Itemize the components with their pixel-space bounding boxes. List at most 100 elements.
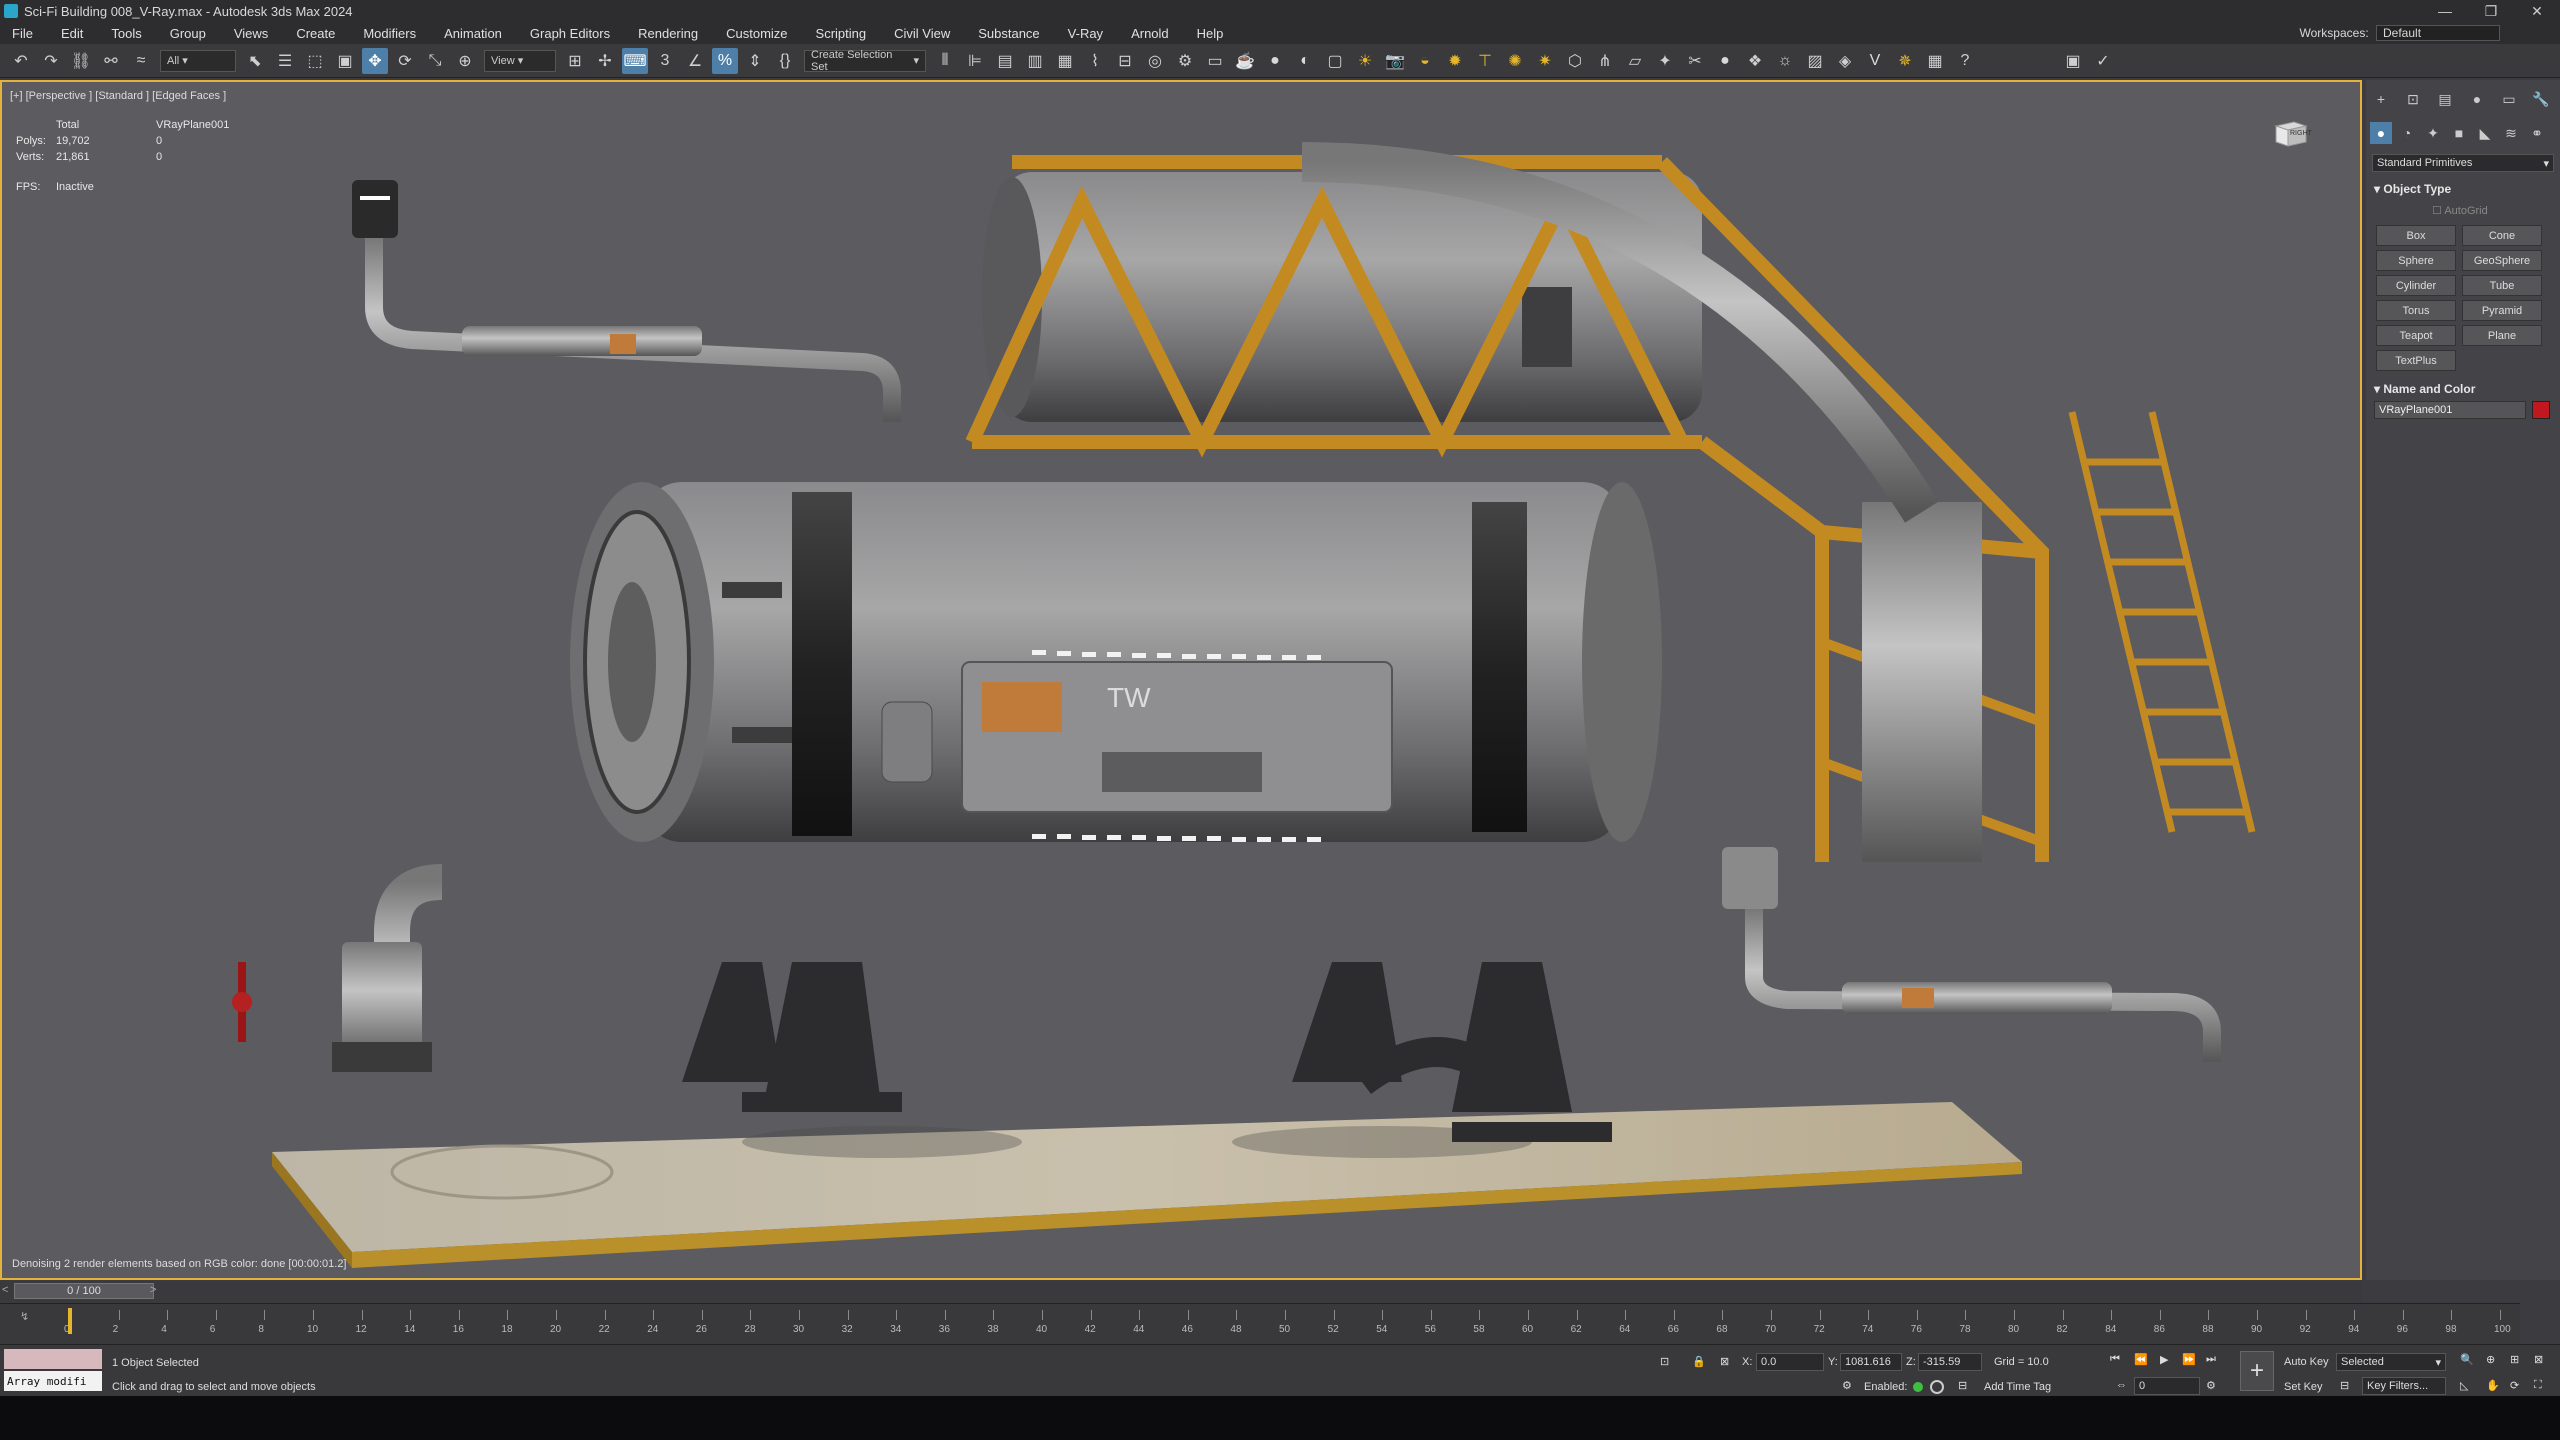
lights-category-icon[interactable]: ✦: [2422, 122, 2444, 144]
chaos-cosmos-icon[interactable]: ✵: [1892, 48, 1918, 74]
maximize-viewport-icon[interactable]: ⛶: [2534, 1379, 2542, 1392]
time-configuration-icon[interactable]: ⚙: [2206, 1379, 2216, 1392]
snaps-toggle-icon[interactable]: 3: [652, 48, 678, 74]
link-icon[interactable]: ⛓: [68, 48, 94, 74]
adaptive-degradation-icon[interactable]: ⚙: [1842, 1379, 1852, 1392]
bind-space-warp-icon[interactable]: ≈: [128, 48, 154, 74]
unlink-icon[interactable]: ⚯: [98, 48, 124, 74]
schematic-view-icon[interactable]: ⊟: [1112, 48, 1138, 74]
vray-sphere-icon[interactable]: ●: [1262, 48, 1288, 74]
select-and-scale-icon[interactable]: ⤡: [422, 48, 448, 74]
pivot-center-icon[interactable]: ⊞: [562, 48, 588, 74]
vray-camera-icon[interactable]: 📷: [1382, 48, 1408, 74]
zoom-all-icon[interactable]: ⊕: [2486, 1353, 2495, 1366]
workspace-selector[interactable]: Workspaces: Default: [2300, 25, 2500, 41]
check-icon[interactable]: ✓: [2090, 48, 2116, 74]
prev-frame-icon[interactable]: ⏪: [2134, 1353, 2148, 1366]
motion-tab-icon[interactable]: ●: [2466, 88, 2488, 110]
menu-create[interactable]: Create: [282, 26, 349, 41]
torus-button[interactable]: Torus: [2376, 300, 2456, 321]
close-button[interactable]: ✕: [2514, 0, 2560, 22]
name-and-color-rollout-header[interactable]: ▾ Name and Color: [2374, 382, 2554, 396]
time-slider-prev-icon[interactable]: <: [2, 1284, 8, 1296]
vray-fur-icon[interactable]: ⋔: [1592, 48, 1618, 74]
substance-icon[interactable]: ◈: [1832, 48, 1858, 74]
key-mode-dropdown[interactable]: Selected ▾: [2336, 1353, 2446, 1371]
select-and-move-icon[interactable]: ✥: [362, 47, 388, 74]
autogrid-checkbox[interactable]: ☐ AutoGrid: [2432, 204, 2488, 217]
vray-proxy-icon[interactable]: ⬡: [1562, 48, 1588, 74]
material-editor-icon[interactable]: ◎: [1142, 48, 1168, 74]
time-tag-icon[interactable]: ⊟: [1958, 1379, 1967, 1392]
menu-scripting[interactable]: Scripting: [802, 26, 881, 41]
spinner-snap-icon[interactable]: ⇕: [742, 48, 768, 74]
menu-views[interactable]: Views: [220, 26, 282, 41]
select-and-rotate-icon[interactable]: ⟳: [392, 48, 418, 74]
auto-key-button[interactable]: Auto Key: [2284, 1356, 2329, 1368]
status-circle-icon[interactable]: [1930, 1380, 1944, 1394]
zoom-icon[interactable]: 🔍: [2460, 1353, 2474, 1366]
helpers-category-icon[interactable]: ◣: [2474, 122, 2496, 144]
menu-vray[interactable]: V-Ray: [1054, 26, 1117, 41]
curve-editor-icon[interactable]: ⌇: [1082, 48, 1108, 74]
vray-plane-icon[interactable]: ▱: [1622, 48, 1648, 74]
select-object-icon[interactable]: ⬉: [242, 48, 268, 74]
y-coord-field[interactable]: 1081.616: [1840, 1353, 1902, 1371]
object-type-rollout-header[interactable]: ▾ Object Type: [2374, 182, 2554, 196]
key-filter-icon[interactable]: ⊟: [2340, 1379, 2349, 1392]
spacewarps-category-icon[interactable]: ≋: [2500, 122, 2522, 144]
menu-graph-editors[interactable]: Graph Editors: [516, 26, 624, 41]
redo-icon[interactable]: ↷: [38, 48, 64, 74]
window-crossing-icon[interactable]: ▣: [332, 48, 358, 74]
vray-ies-light-icon[interactable]: ⊤: [1472, 48, 1498, 74]
goto-start-icon[interactable]: ⏮: [2110, 1353, 2120, 1366]
undo-icon[interactable]: ↶: [8, 48, 34, 74]
perspective-viewport[interactable]: [+] [Perspective ] [Standard ] [Edged Fa…: [0, 80, 2362, 1280]
select-by-name-icon[interactable]: ☰: [272, 48, 298, 74]
teapot-button[interactable]: Teapot: [2376, 325, 2456, 346]
help-icon[interactable]: ?: [1952, 48, 1978, 74]
geometry-category-icon[interactable]: ●: [2370, 122, 2392, 144]
menu-edit[interactable]: Edit: [47, 26, 97, 41]
menu-file[interactable]: File: [0, 26, 47, 41]
menu-arnold[interactable]: Arnold: [1117, 26, 1183, 41]
add-time-tag[interactable]: Add Time Tag: [1984, 1381, 2051, 1393]
object-name-input[interactable]: VRayPlane001: [2374, 401, 2526, 419]
cone-button[interactable]: Cone: [2462, 225, 2542, 246]
vray-logo-icon[interactable]: V: [1862, 48, 1888, 74]
shapes-category-icon[interactable]: ◔: [2396, 122, 2418, 144]
zoom-extents-icon[interactable]: ⊞: [2510, 1353, 2519, 1366]
menu-group[interactable]: Group: [156, 26, 220, 41]
plane-button[interactable]: Plane: [2462, 325, 2542, 346]
scene-converter-icon[interactable]: ▦: [1922, 48, 1948, 74]
reference-coordinate-dropdown[interactable]: View ▾: [484, 49, 556, 72]
named-selection-set-dropdown[interactable]: Create Selection Set ▾: [804, 49, 926, 73]
rectangular-selection-icon[interactable]: ⬚: [302, 48, 328, 74]
vray-ambient-light-icon[interactable]: ✺: [1502, 48, 1528, 74]
textplus-button[interactable]: TextPlus: [2376, 350, 2456, 371]
restore-button[interactable]: ❐: [2468, 0, 2514, 22]
cameras-category-icon[interactable]: ■: [2448, 122, 2470, 144]
utilities-tab-icon[interactable]: 🔧: [2530, 88, 2552, 110]
field-of-view-icon[interactable]: ◺: [2460, 1379, 2468, 1392]
x-coord-field[interactable]: 0.0: [1756, 1353, 1824, 1371]
toggle-ribbon-icon[interactable]: ▦: [1052, 48, 1078, 74]
hierarchy-tab-icon[interactable]: ▤: [2434, 88, 2456, 110]
percent-snap-icon[interactable]: %: [712, 47, 738, 74]
minimize-button[interactable]: —: [2422, 0, 2468, 22]
z-coord-field[interactable]: -315.59: [1918, 1353, 1982, 1371]
rendered-frame-window-icon[interactable]: ▭: [1202, 48, 1228, 74]
set-key-button[interactable]: Set Key: [2284, 1381, 2323, 1393]
vray-frame-buffer-icon[interactable]: ▢: [1322, 48, 1348, 74]
systems-category-icon[interactable]: ⚭: [2526, 122, 2548, 144]
category-dropdown[interactable]: Standard Primitives ▾: [2372, 154, 2554, 172]
orbit-icon[interactable]: ⟳: [2510, 1379, 2519, 1392]
sphere-button[interactable]: Sphere: [2376, 250, 2456, 271]
maxscript-listener-pink[interactable]: [4, 1349, 102, 1369]
workspace-dropdown[interactable]: Default: [2376, 25, 2500, 41]
edit-named-selection-icon[interactable]: {}: [772, 48, 798, 74]
geosphere-button[interactable]: GeoSphere: [2462, 250, 2542, 271]
time-slider-thumb[interactable]: 0 / 100: [14, 1283, 154, 1299]
key-mode-toggle-icon[interactable]: ⇔: [2116, 1379, 2127, 1391]
time-slider[interactable]: < 0 / 100 >: [0, 1281, 2362, 1303]
